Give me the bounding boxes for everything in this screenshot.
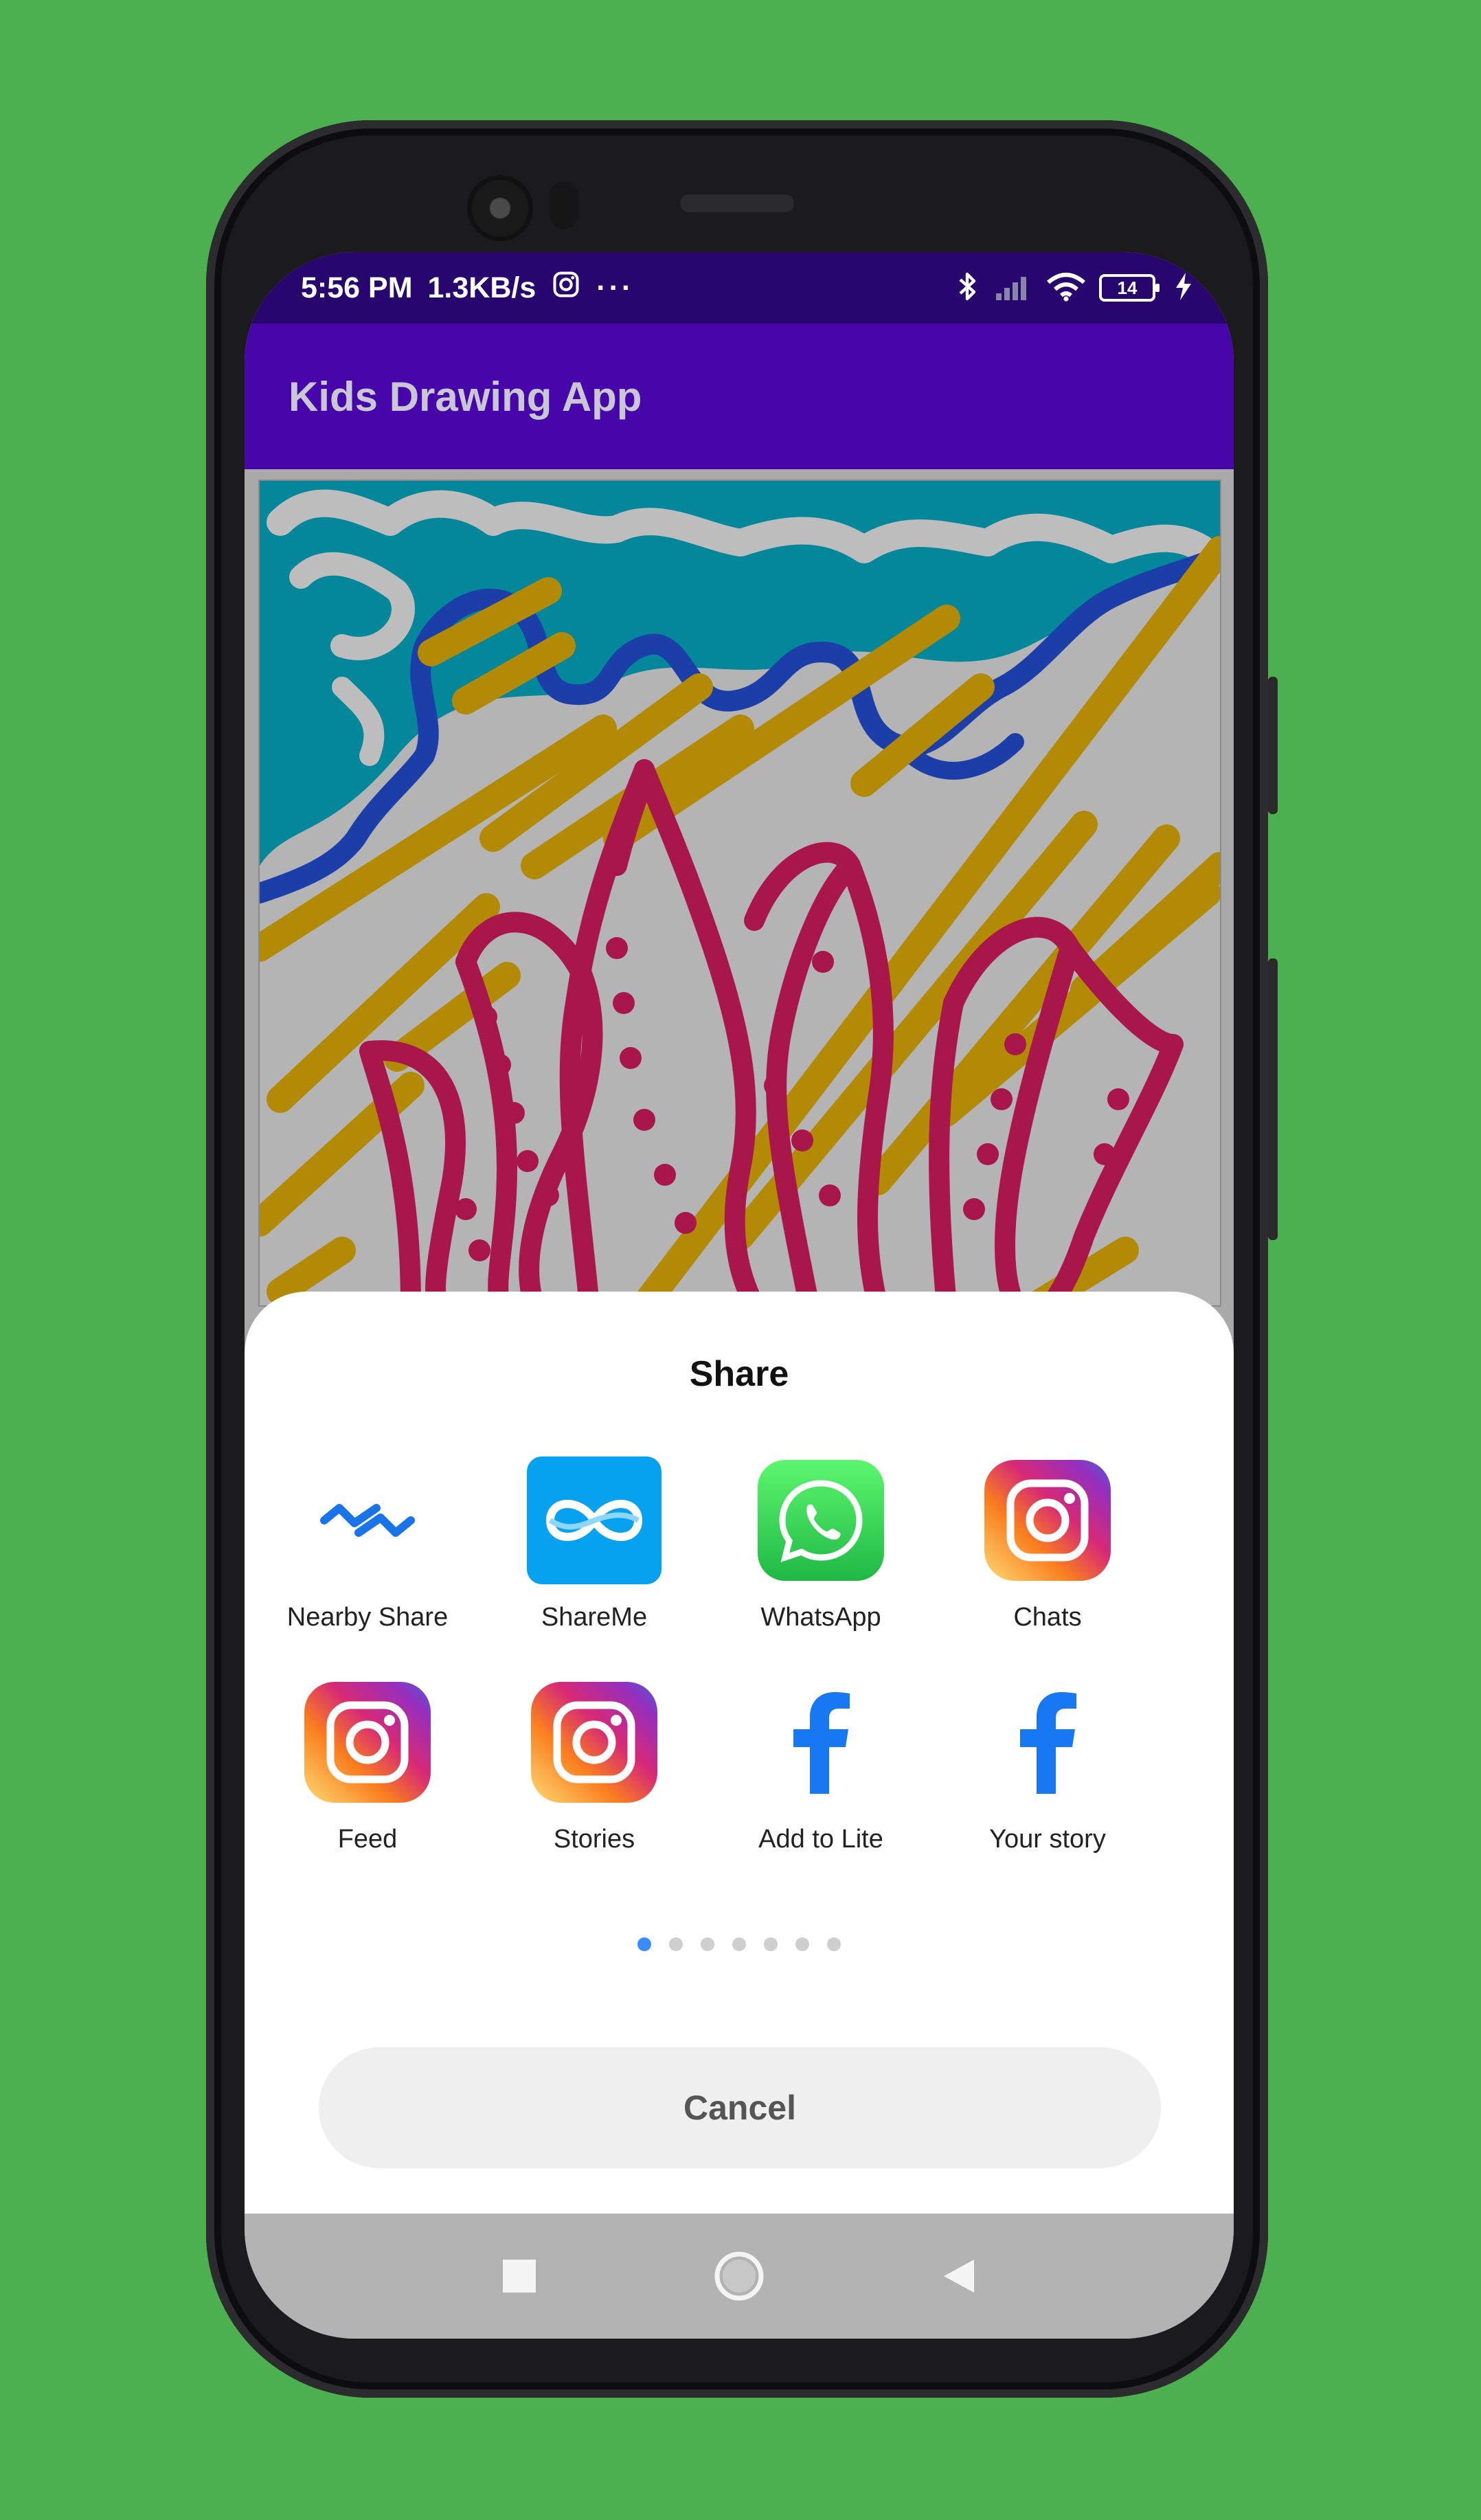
shareme-icon <box>527 1453 662 1588</box>
cancel-button[interactable]: Cancel <box>319 2047 1161 2168</box>
network-speed: 1.3KB/s <box>427 271 536 304</box>
page-dot[interactable] <box>732 1937 746 1951</box>
share-target-label: Stories <box>553 1825 635 1854</box>
share-target-label: Nearby Share <box>286 1603 449 1632</box>
app-toolbar: Kids Drawing App <box>245 324 1234 469</box>
share-target-label: ShareMe <box>541 1603 648 1632</box>
drawing-canvas[interactable] <box>246 480 1234 1319</box>
page-dot[interactable] <box>701 1937 714 1951</box>
facebook-icon <box>754 1675 888 1810</box>
page-dot[interactable] <box>795 1937 809 1951</box>
share-target-whatsapp[interactable]: WhatsApp <box>708 1453 934 1632</box>
page-dot[interactable] <box>827 1937 841 1951</box>
home-button[interactable] <box>712 2249 767 2304</box>
share-target-label: Add to Lite <box>758 1825 883 1854</box>
share-target-label: Chats <box>1013 1603 1082 1632</box>
back-icon <box>944 2260 974 2293</box>
instagram-icon <box>980 1453 1115 1588</box>
instagram-icon <box>527 1675 662 1810</box>
volume-button <box>1268 958 1278 1240</box>
phone-screen: 5:56 PM 1.3KB/s ··· 14 Kids Drawing App … <box>245 252 1234 2339</box>
status-bar: 5:56 PM 1.3KB/s ··· 14 <box>245 252 1234 324</box>
recents-button[interactable] <box>492 2249 547 2304</box>
proximity-sensor <box>550 182 578 229</box>
page-indicator <box>245 1937 1234 1951</box>
battery-indicator: 14 <box>1099 274 1160 302</box>
share-target-label: Feed <box>337 1825 398 1854</box>
whatsapp-icon <box>754 1453 888 1588</box>
power-button <box>1268 677 1278 814</box>
recents-icon <box>503 2260 536 2293</box>
signal-icon <box>993 273 1033 304</box>
more-notifications-icon: ··· <box>596 271 635 304</box>
navigation-bar <box>245 2214 1234 2339</box>
back-button[interactable] <box>931 2249 986 2304</box>
drawing-strokes <box>246 481 1234 1319</box>
bluetooth-icon <box>953 270 981 306</box>
share-target-label: WhatsApp <box>760 1603 881 1632</box>
charging-icon <box>1175 272 1192 304</box>
share-target-label: Your story <box>989 1825 1106 1854</box>
instagram-notification-icon <box>551 269 581 307</box>
home-icon <box>714 2251 764 2301</box>
share-target-instagram-feed[interactable]: Feed <box>254 1675 481 1854</box>
page-dot[interactable] <box>669 1937 683 1951</box>
app-title: Kids Drawing App <box>289 373 642 420</box>
earpiece-speaker <box>680 194 794 212</box>
share-sheet-title: Share <box>689 1354 789 1394</box>
front-camera <box>467 175 533 241</box>
share-target-instagram-stories[interactable]: Stories <box>481 1675 708 1854</box>
share-target-shareme[interactable]: ShareMe <box>481 1453 708 1632</box>
share-sheet: Share Nearby Share ShareMe WhatsApp Chat… <box>245 1292 1234 2214</box>
share-target-facebook-lite[interactable]: Add to Lite <box>708 1675 934 1854</box>
facebook-icon <box>980 1675 1115 1810</box>
status-time: 5:56 PM <box>301 271 413 304</box>
page-dot-active[interactable] <box>637 1937 651 1951</box>
share-target-nearby-share[interactable]: Nearby Share <box>254 1453 481 1632</box>
wifi-icon <box>1045 271 1087 305</box>
nearby-share-icon <box>300 1453 435 1588</box>
share-target-instagram-chats[interactable]: Chats <box>934 1453 1161 1632</box>
page-dot[interactable] <box>764 1937 778 1951</box>
instagram-icon <box>300 1675 435 1810</box>
share-target-facebook-story[interactable]: Your story <box>934 1675 1161 1854</box>
